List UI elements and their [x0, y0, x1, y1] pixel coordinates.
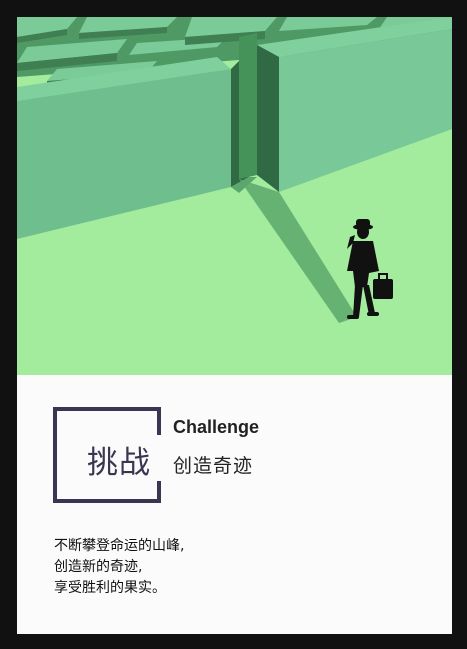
body-line: 创造新的奇迹, — [54, 559, 143, 575]
body-line: 不断攀登命运的山峰, — [54, 538, 185, 554]
poster: 挑战 Challenge 创造奇迹 不断攀登命运的山峰, 创造新的奇迹, 享受胜… — [17, 17, 452, 634]
maze-illustration — [17, 17, 452, 375]
poster-body: 不断攀登命运的山峰, 创造新的奇迹, 享受胜利的果实。 — [54, 536, 184, 599]
poster-title: 挑战 — [87, 445, 151, 481]
body-line: 享受胜利的果实。 — [54, 580, 166, 596]
poster-subtitle-english: Challenge — [173, 417, 260, 437]
picture-frame: 挑战 Challenge 创造奇迹 不断攀登命运的山峰, 创造新的奇迹, 享受胜… — [0, 0, 467, 649]
poster-subtitle-chinese: 创造奇迹 — [173, 455, 254, 477]
